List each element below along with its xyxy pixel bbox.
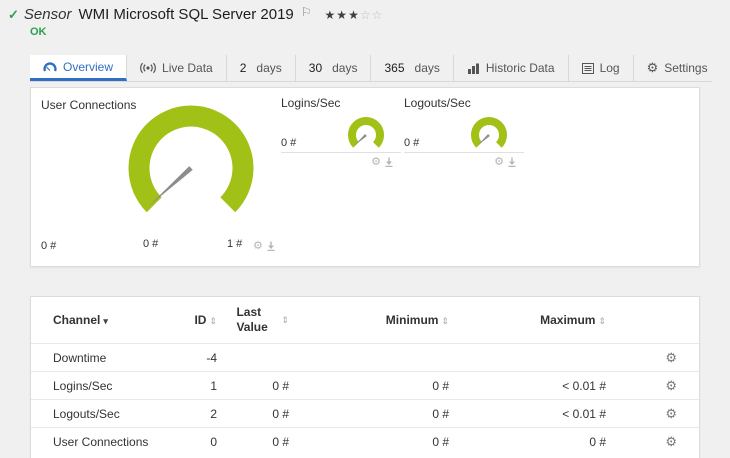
- tab-2-days[interactable]: 2 days: [227, 55, 296, 81]
- col-header-id[interactable]: ID ⇕: [183, 313, 217, 327]
- gauges-panel: User Connections 0 # 0 # 1 # ⚙ Logins/Se…: [30, 87, 700, 267]
- main-gauge-value: 0 #: [41, 240, 57, 252]
- channel-last-value: 0 #: [272, 406, 289, 421]
- tab-bar: Overview Live Data 2 days 30 days 365 da…: [30, 55, 712, 82]
- sort-icon: ⇕: [281, 315, 289, 326]
- tab-settings[interactable]: ⚙ Settings: [634, 55, 721, 81]
- gauge-icon: [43, 61, 57, 71]
- gauge-settings-icon[interactable]: ⚙: [371, 155, 381, 168]
- col-label: Maximum: [540, 313, 596, 327]
- col-label: Channel: [53, 313, 101, 327]
- channel-table: Channel ▾ ID ⇕ Last Value ⇕ Minimum ⇕ Maximu…: [30, 296, 700, 458]
- ok-check-icon: ✓: [8, 6, 19, 22]
- table-row-user-connections[interactable]: User Connections 0 0 # 0 # 0 # ⚙: [31, 427, 699, 455]
- channel-name: Downtime: [53, 350, 107, 365]
- table-header-row: Channel ▾ ID ⇕ Last Value ⇕ Minimum ⇕ Maximu…: [31, 297, 699, 343]
- mini-gauge-title: Logins/Sec: [281, 96, 341, 110]
- tab-label: Live Data: [162, 61, 213, 75]
- tab-label: Historic Data: [485, 61, 555, 75]
- tab-label: days: [414, 61, 440, 75]
- gear-icon: ⚙: [646, 60, 659, 75]
- col-header-minimum[interactable]: Minimum ⇕: [289, 313, 449, 327]
- broadcast-icon: [140, 62, 156, 74]
- gauge-settings-icon[interactable]: ⚙: [253, 239, 263, 252]
- channel-last-value: 0 #: [272, 434, 289, 449]
- mini-gauge-value: 0 #: [281, 137, 297, 149]
- channel-id: -4: [206, 350, 217, 365]
- sensor-type-label: Sensor: [23, 6, 72, 23]
- tab-label: Overview: [63, 59, 114, 74]
- page-title: WMI Microsoft SQL Server 2019: [78, 6, 294, 23]
- channel-settings-icon[interactable]: ⚙: [665, 406, 677, 421]
- sort-desc-icon: ▾: [103, 316, 108, 326]
- tab-label: days: [332, 61, 358, 75]
- tab-number: 30: [308, 61, 323, 75]
- page: ✓ Sensor WMI Microsoft SQL Server 2019 ⚐…: [0, 0, 730, 458]
- tab-historic-data[interactable]: Historic Data: [454, 55, 569, 81]
- logouts-gauge: [471, 117, 507, 148]
- channel-settings-icon[interactable]: ⚙: [665, 350, 677, 365]
- channel-settings-icon[interactable]: ⚙: [665, 378, 677, 393]
- stars-empty: ☆☆: [359, 7, 384, 22]
- gauge-pin-icon[interactable]: [267, 241, 275, 251]
- channel-name: Logins/Sec: [53, 378, 113, 393]
- log-list-icon: [581, 62, 594, 74]
- tab-number: 2: [239, 61, 247, 75]
- col-header-maximum[interactable]: Maximum ⇕: [449, 313, 606, 327]
- tab-label: Log: [599, 61, 620, 75]
- gauge-needle: [148, 166, 193, 207]
- tab-live-data[interactable]: Live Data: [127, 55, 227, 81]
- gauge-pin-icon[interactable]: [385, 157, 393, 167]
- logins-gauge: [348, 117, 384, 148]
- table-row-downtime[interactable]: Downtime -4 ⚙: [31, 343, 699, 371]
- tab-label: days: [256, 61, 282, 75]
- tab-30-days[interactable]: 30 days: [296, 55, 372, 81]
- channel-maximum: < 0.01 #: [562, 378, 606, 393]
- table-row-logins-sec[interactable]: Logins/Sec 1 0 # 0 # < 0.01 # ⚙: [31, 371, 699, 399]
- channel-maximum: 0 #: [589, 434, 606, 449]
- user-connections-gauge: [128, 105, 254, 213]
- table-row-logouts-sec[interactable]: Logouts/Sec 2 0 # 0 # < 0.01 # ⚙: [31, 399, 699, 427]
- tab-number: 365: [384, 61, 405, 75]
- main-gauge-scale-max: 1 #: [227, 238, 243, 250]
- flag-icon[interactable]: ⚐: [301, 6, 312, 18]
- main-gauge-scale-min: 0 #: [143, 238, 159, 250]
- channel-minimum: 0 #: [432, 406, 449, 421]
- tab-log[interactable]: Log: [569, 55, 634, 81]
- channel-id: 1: [210, 378, 217, 393]
- channel-id: 2: [210, 406, 217, 421]
- stars-filled: ★★★: [324, 7, 360, 22]
- channel-id: 0: [210, 434, 217, 449]
- channel-maximum: < 0.01 #: [562, 406, 606, 421]
- sort-icon: ⇕: [598, 316, 606, 326]
- gauge-settings-icon[interactable]: ⚙: [494, 155, 504, 168]
- status-badge: OK: [30, 26, 47, 38]
- col-header-channel[interactable]: Channel ▾: [53, 313, 183, 327]
- gauge-pin-icon[interactable]: [508, 157, 516, 167]
- channel-minimum: 0 #: [432, 434, 449, 449]
- mini-gauge-logins: Logins/Sec 0 # ⚙: [281, 96, 401, 168]
- channel-name: User Connections: [53, 434, 149, 449]
- sensor-header: ✓ Sensor WMI Microsoft SQL Server 2019 ⚐…: [8, 6, 722, 38]
- channel-name: Logouts/Sec: [53, 406, 120, 421]
- channel-settings-icon[interactable]: ⚙: [665, 434, 677, 449]
- bar-chart-icon: [467, 63, 479, 74]
- mini-gauge-title: Logouts/Sec: [404, 96, 471, 110]
- tab-365-days[interactable]: 365 days: [371, 55, 454, 81]
- sort-icon: ⇕: [209, 316, 217, 326]
- tab-overview[interactable]: Overview: [30, 55, 128, 81]
- col-header-last-value[interactable]: Last Value ⇕: [217, 305, 289, 335]
- col-label: Minimum: [385, 313, 439, 327]
- mini-gauge-logouts: Logouts/Sec 0 # ⚙: [404, 96, 524, 168]
- priority-stars[interactable]: ★★★☆☆: [325, 8, 384, 22]
- channel-minimum: 0 #: [432, 378, 449, 393]
- tab-label: Settings: [664, 61, 708, 75]
- mini-gauge-value: 0 #: [404, 137, 420, 149]
- col-label: Last Value: [236, 305, 268, 334]
- col-label: ID: [194, 313, 207, 327]
- sort-icon: ⇕: [441, 316, 449, 326]
- channel-last-value: 0 #: [272, 378, 289, 393]
